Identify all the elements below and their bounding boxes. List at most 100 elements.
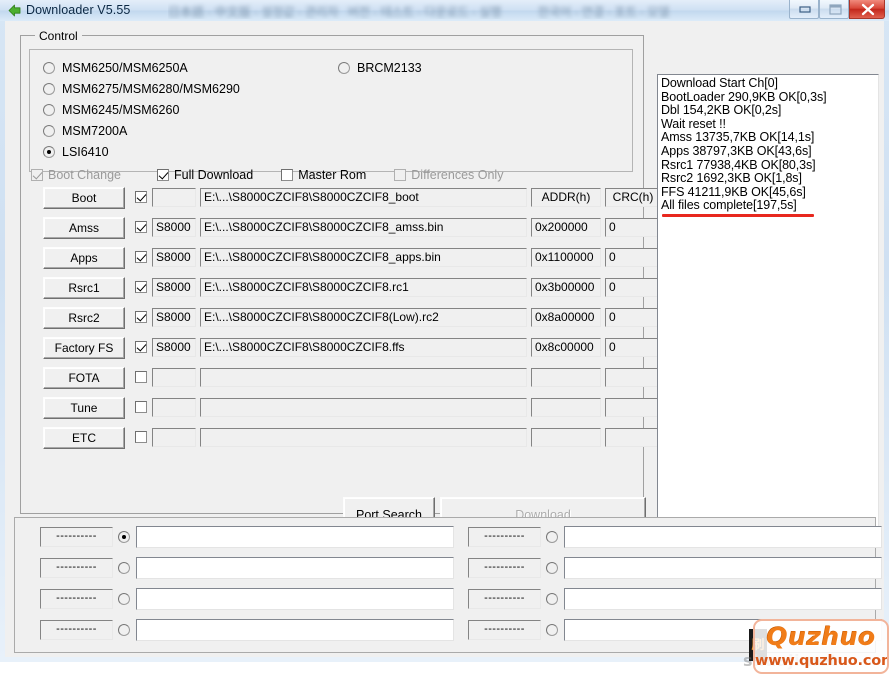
file-addr-field[interactable] <box>531 428 601 447</box>
chipset-radio-label: MSM6250/MSM6250A <box>62 60 188 75</box>
port-name-field[interactable]: ---------- <box>40 589 113 609</box>
file-path-field[interactable] <box>200 428 527 447</box>
file-path-field[interactable]: E:\...\S8000CZCIF8\S8000CZCIF8.ffs <box>200 338 527 357</box>
file-row-checkbox[interactable] <box>135 341 147 353</box>
file-path-field[interactable]: E:\...\S8000CZCIF8\S8000CZCIF8_apps.bin <box>200 248 527 267</box>
file-addr-field[interactable]: 0x1100000 <box>531 248 601 267</box>
chipset-radio-lsi6410[interactable]: LSI6410 <box>43 143 109 160</box>
file-row: Amss S8000 E:\...\S8000CZCIF8\S8000CZCIF8_… <box>31 217 661 239</box>
log-output-panel[interactable]: Download Start Ch[0] BootLoader 290,9KB … <box>657 74 879 541</box>
file-path-field[interactable]: E:\...\S8000CZCIF8\S8000CZCIF8_boot <box>200 188 527 207</box>
chipset-radio-msm6250-msm6250a[interactable]: MSM6250/MSM6250A <box>43 59 188 76</box>
file-path-field[interactable]: E:\...\S8000CZCIF8\S8000CZCIF8_amss.bin <box>200 218 527 237</box>
file-tag-field[interactable]: S8000 <box>152 218 196 237</box>
option-label: Differences Only <box>411 168 504 182</box>
file-addr-field[interactable]: 0x8c00000 <box>531 338 601 357</box>
port-status-field[interactable] <box>564 557 882 579</box>
file-crc-field[interactable] <box>605 368 661 387</box>
chipset-radio-label: BRCM2133 <box>357 60 422 75</box>
port-name-field[interactable]: ---------- <box>468 589 541 609</box>
browse-button-fota[interactable]: FOTA <box>43 367 125 389</box>
browse-button-tune[interactable]: Tune <box>43 397 125 419</box>
browse-button-rsrc2[interactable]: Rsrc2 <box>43 307 125 329</box>
chipset-radio-msm6245-msm6260[interactable]: MSM6245/MSM6260 <box>43 101 179 118</box>
file-tag-field[interactable]: S8000 <box>152 308 196 327</box>
port-name-field[interactable]: ---------- <box>40 527 113 547</box>
port-name-field[interactable]: ---------- <box>468 620 541 640</box>
browse-button-etc[interactable]: ETC <box>43 427 125 449</box>
port-name-field[interactable]: ---------- <box>468 527 541 547</box>
file-path-field[interactable]: E:\...\S8000CZCIF8\S8000CZCIF8.rc1 <box>200 278 527 297</box>
file-row: Rsrc1 S8000 E:\...\S8000CZCIF8\S8000CZCIF8… <box>31 277 661 299</box>
file-tag-field[interactable] <box>152 398 196 417</box>
file-crc-field[interactable]: 0 <box>605 308 661 327</box>
browse-button-rsrc1[interactable]: Rsrc1 <box>43 277 125 299</box>
file-row-checkbox[interactable] <box>135 191 147 203</box>
minimize-button[interactable] <box>789 0 819 19</box>
port-select-radio[interactable] <box>118 531 130 543</box>
file-crc-field[interactable]: 0 <box>605 218 661 237</box>
port-name-field[interactable]: ---------- <box>40 558 113 578</box>
file-tag-field[interactable] <box>152 368 196 387</box>
file-addr-field[interactable] <box>531 368 601 387</box>
port-status-field[interactable] <box>136 526 454 548</box>
port-select-radio[interactable] <box>546 531 558 543</box>
file-tag-field[interactable] <box>152 188 196 207</box>
file-addr-field[interactable] <box>531 398 601 417</box>
file-addr-field[interactable]: 0x3b00000 <box>531 278 601 297</box>
file-row-checkbox[interactable] <box>135 251 147 263</box>
file-path-field[interactable] <box>200 398 527 417</box>
browse-button-amss[interactable]: Amss <box>43 217 125 239</box>
port-name-field[interactable]: ---------- <box>468 558 541 578</box>
file-row: ETC <box>31 427 661 449</box>
port-select-radio[interactable] <box>546 593 558 605</box>
port-select-radio[interactable] <box>546 624 558 636</box>
port-name-field[interactable]: ---------- <box>40 620 113 640</box>
file-crc-field[interactable]: 0 <box>605 278 661 297</box>
file-path-field[interactable]: E:\...\S8000CZCIF8\S8000CZCIF8(Low).rc2 <box>200 308 527 327</box>
file-crc-field[interactable]: 0 <box>605 248 661 267</box>
file-crc-field[interactable] <box>605 398 661 417</box>
chipset-radio-msm6275-msm6280-msm6290[interactable]: MSM6275/MSM6280/MSM6290 <box>43 80 240 97</box>
port-status-field[interactable] <box>564 588 882 610</box>
browse-button-factory-fs[interactable]: Factory FS <box>43 337 125 359</box>
port-select-radio[interactable] <box>118 562 130 574</box>
option-master-rom[interactable]: Master Rom <box>281 168 366 182</box>
port-select-radio[interactable] <box>118 624 130 636</box>
option-label: Full Download <box>173 168 254 182</box>
port-status-field[interactable] <box>136 619 454 641</box>
file-path-field[interactable] <box>200 368 527 387</box>
browse-button-apps[interactable]: Apps <box>43 247 125 269</box>
close-button[interactable] <box>849 0 885 19</box>
maximize-button[interactable] <box>819 0 849 19</box>
port-select-radio[interactable] <box>546 562 558 574</box>
file-row-checkbox[interactable] <box>135 311 147 323</box>
file-addr-field[interactable]: 0x8a00000 <box>531 308 601 327</box>
port-select-radio[interactable] <box>118 593 130 605</box>
file-tag-field[interactable]: S8000 <box>152 338 196 357</box>
checkbox-icon <box>156 169 169 181</box>
file-addr-field[interactable]: 0x200000 <box>531 218 601 237</box>
port-status-field[interactable] <box>136 588 454 610</box>
file-crc-field[interactable] <box>605 428 661 447</box>
port-status-field[interactable] <box>564 526 882 548</box>
file-row-checkbox[interactable] <box>135 401 147 413</box>
chipset-radio-label: MSM7200A <box>62 123 128 138</box>
file-row: Rsrc2 S8000 E:\...\S8000CZCIF8\S8000CZCIF8… <box>31 307 661 329</box>
file-row-checkbox[interactable] <box>135 281 147 293</box>
file-tag-field[interactable]: S8000 <box>152 248 196 267</box>
window-title: Downloader V5.55 <box>26 3 131 17</box>
browse-button-boot[interactable]: Boot <box>43 187 125 209</box>
chipset-radio-msm7200a[interactable]: MSM7200A <box>43 122 127 139</box>
file-crc-field[interactable]: 0 <box>605 338 661 357</box>
chipset-radio-brcm2133[interactable]: BRCM2133 <box>338 59 422 76</box>
obscured-title-region: 日本語 - 中文版 - 설정값 - 관리자 버전 - 테스트 - 다운로드 - … <box>168 5 670 19</box>
crc-column-header: CRC(h) <box>605 188 661 207</box>
port-status-field[interactable] <box>136 557 454 579</box>
file-row-checkbox[interactable] <box>135 431 147 443</box>
file-tag-field[interactable]: S8000 <box>152 278 196 297</box>
option-full-download[interactable]: Full Download <box>156 168 254 182</box>
file-tag-field[interactable] <box>152 428 196 447</box>
file-row-checkbox[interactable] <box>135 371 147 383</box>
file-row-checkbox[interactable] <box>135 221 147 233</box>
